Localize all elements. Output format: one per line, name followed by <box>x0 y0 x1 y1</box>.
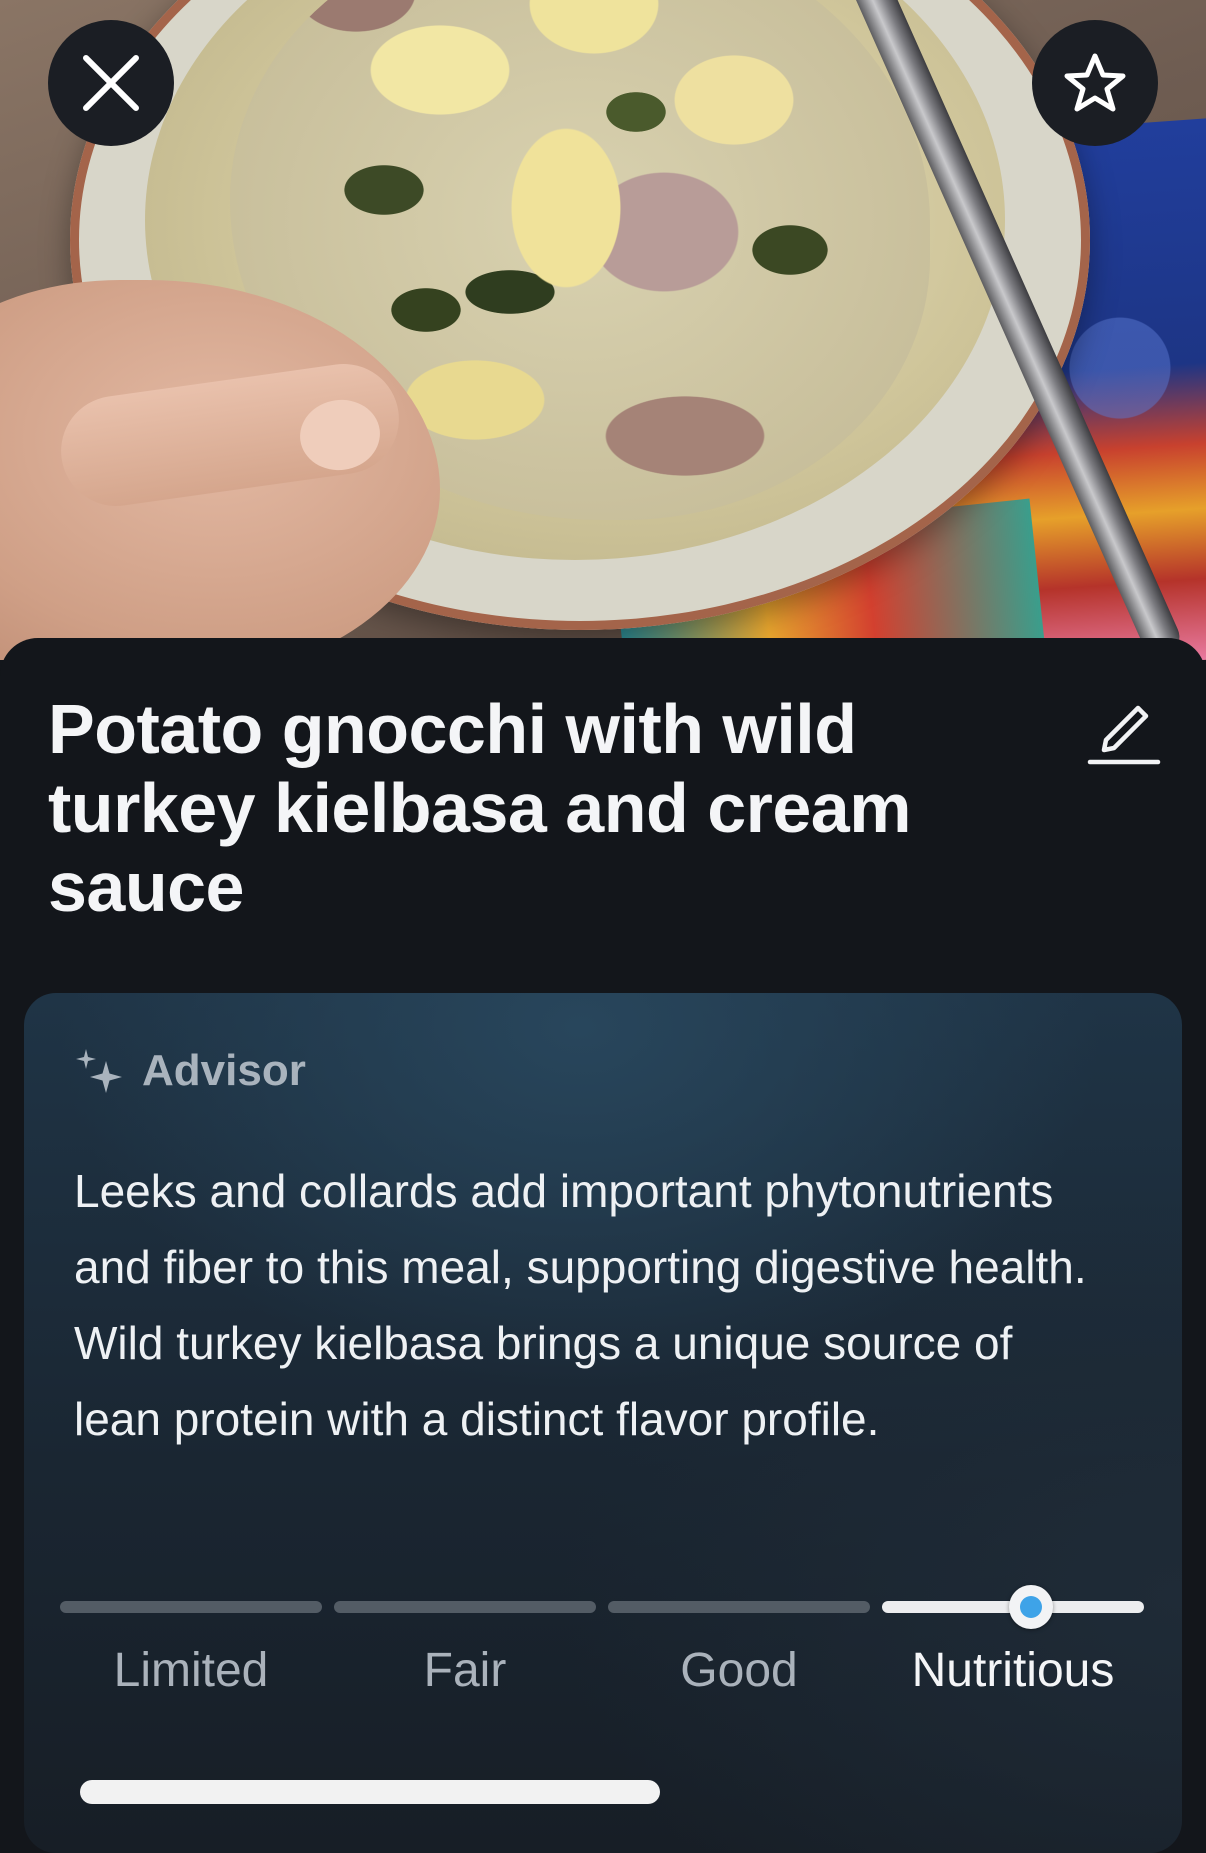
rating-label-good: Good <box>680 1644 798 1697</box>
meal-photo <box>0 0 1206 660</box>
meal-detail-sheet: Potato gnocchi with wild turkey kielbasa… <box>0 638 1206 1853</box>
rating-segment-limited <box>60 1601 322 1613</box>
rating-segment-good <box>608 1601 870 1613</box>
sparkles-icon <box>76 1049 122 1093</box>
pencil-icon <box>1087 705 1161 765</box>
close-icon <box>83 55 139 111</box>
meal-title: Potato gnocchi with wild turkey kielbasa… <box>48 690 911 926</box>
rating-label-limited: Limited <box>113 1644 269 1697</box>
bottom-action-peek[interactable] <box>80 1780 660 1804</box>
advisor-label: Advisor <box>142 1046 306 1095</box>
edit-title-button[interactable] <box>1084 688 1164 768</box>
close-button[interactable] <box>48 20 174 146</box>
rating-segment-fair <box>334 1601 596 1613</box>
star-icon <box>1064 53 1126 112</box>
advisor-header: Advisor <box>72 1041 306 1101</box>
advisor-message: Leeks and collards add important phytonu… <box>74 1165 1087 1445</box>
rating-indicator <box>1009 1585 1054 1629</box>
favorite-button[interactable] <box>1032 20 1158 146</box>
nutrition-rating-scale <box>60 1585 1144 1629</box>
rating-label-nutritious: Nutritious <box>911 1644 1115 1697</box>
rating-label-fair: Fair <box>423 1644 507 1697</box>
advisor-card: Advisor Leeks and collards add important… <box>24 993 1182 1853</box>
